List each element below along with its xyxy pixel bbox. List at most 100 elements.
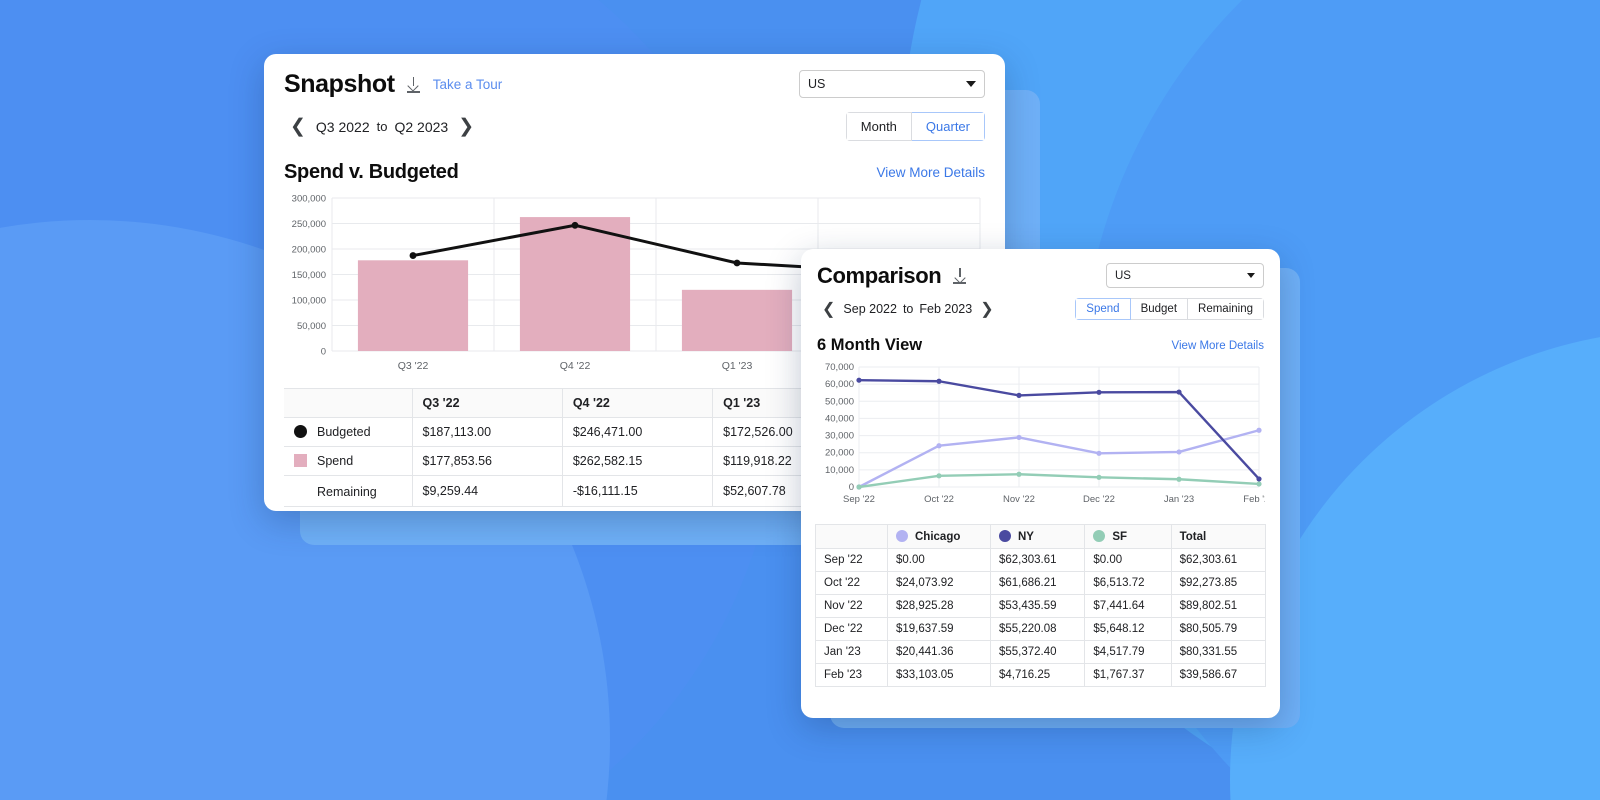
- region-select-value: US: [808, 77, 826, 91]
- table-cell: $0.00: [1084, 548, 1172, 572]
- tab-quarter[interactable]: Quarter: [911, 112, 985, 141]
- table-cell: $80,505.79: [1170, 617, 1267, 641]
- app-background: Snapshot Take a Tour US ❮ Q3 2022 to Q2 …: [0, 0, 1600, 800]
- x-axis-tick-label: Sep '22: [843, 494, 875, 505]
- table-cell: $19,637.59: [887, 617, 991, 641]
- column-header: NY: [989, 524, 1086, 549]
- view-more-details-link[interactable]: View More Details: [1172, 340, 1264, 352]
- table-row: Sep '22 $0.00 $62,303.61 $0.00 $62,303.61: [815, 548, 1267, 572]
- row-label: Nov '22: [815, 594, 888, 618]
- table-row: Nov '22 $28,925.28 $53,435.59 $7,441.64 $89,…: [815, 594, 1267, 618]
- y-axis-tick-label: 40,000: [825, 413, 854, 424]
- data-point: [856, 484, 862, 490]
- table-cell: $61,686.21: [989, 571, 1086, 595]
- tab-budget[interactable]: Budget: [1130, 298, 1189, 320]
- range-separator: to: [902, 302, 914, 316]
- column-header: [284, 388, 413, 418]
- download-icon[interactable]: [406, 76, 421, 93]
- data-point: [1016, 392, 1022, 398]
- y-axis-tick-label: 20,000: [825, 448, 854, 459]
- tab-spend[interactable]: Spend: [1075, 298, 1131, 320]
- ny-legend-dot: [998, 530, 1011, 542]
- download-icon[interactable]: [953, 268, 967, 284]
- y-axis-tick-label: 0: [321, 347, 326, 358]
- table-cell: $55,220.08: [989, 617, 1086, 641]
- data-point: [936, 443, 942, 449]
- range-from[interactable]: Q3 2022: [312, 119, 374, 135]
- range-to[interactable]: Q2 2023: [390, 119, 452, 135]
- data-point: [1256, 476, 1262, 482]
- x-axis-tick-label: Q3 '22: [398, 360, 429, 372]
- table-cell: $246,471.00: [561, 417, 714, 447]
- table-cell: $53,435.59: [989, 594, 1086, 618]
- column-header: Total: [1170, 524, 1267, 549]
- table-cell: $6,513.72: [1084, 571, 1172, 595]
- y-axis-tick-label: 100,000: [292, 296, 326, 307]
- comparison-title: Comparison: [817, 263, 942, 288]
- table-row: Jan '23 $20,441.36 $55,372.40 $4,517.79 $80,…: [815, 640, 1267, 664]
- metric-toggle: Spend Budget Remaining: [1075, 298, 1264, 320]
- row-label: Sep '22: [815, 548, 888, 572]
- data-point: [1096, 474, 1102, 480]
- tab-remaining[interactable]: Remaining: [1188, 298, 1264, 320]
- data-point: [1256, 427, 1262, 433]
- range-next-button[interactable]: ❯: [452, 117, 480, 136]
- row-label: Feb '23: [815, 663, 888, 687]
- ny-line: [858, 378, 1260, 480]
- period-toggle: Month Quarter: [845, 112, 985, 141]
- table-header-row: Chicago NY SF Total: [815, 524, 1267, 549]
- data-point: [571, 221, 579, 229]
- bar: [681, 289, 793, 351]
- table-cell: $4,517.79: [1084, 640, 1172, 664]
- take-a-tour-link[interactable]: Take a Tour: [433, 77, 503, 92]
- table-cell: $187,113.00: [411, 417, 563, 447]
- range-next-button[interactable]: ❯: [975, 299, 998, 319]
- row-label: Dec '22: [815, 617, 888, 641]
- view-more-details-link[interactable]: View More Details: [876, 165, 985, 180]
- table-cell: $24,073.92: [887, 571, 991, 595]
- sf-legend-dot: [1093, 530, 1106, 542]
- table-cell: -$16,111.15: [561, 475, 714, 507]
- region-select[interactable]: US: [799, 70, 985, 98]
- x-axis-tick-label: Q4 '22: [560, 360, 591, 372]
- data-point: [1096, 389, 1102, 395]
- data-point: [733, 259, 741, 267]
- page-title: Snapshot: [284, 70, 395, 98]
- range-from[interactable]: Sep 2022: [840, 302, 900, 316]
- data-point: [1256, 481, 1262, 487]
- column-header: Chicago: [887, 524, 991, 549]
- table-cell: $177,853.56: [411, 446, 563, 476]
- column-header: SF: [1084, 524, 1172, 549]
- range-to[interactable]: Feb 2023: [916, 302, 975, 316]
- tab-month[interactable]: Month: [845, 112, 912, 141]
- table-cell: $9,259.44: [411, 475, 563, 507]
- spend-legend-swatch: [294, 454, 307, 467]
- budgeted-legend-dot: [294, 425, 307, 438]
- row-label: Remaining: [284, 475, 413, 507]
- six-month-view-chart: 0 10,000 20,000 30,000 40,000 50,000 60,000 70,…: [825, 362, 1275, 505]
- table-cell: $0.00: [887, 548, 991, 572]
- table-cell: $62,303.61: [989, 548, 1086, 572]
- range-separator: to: [376, 119, 388, 134]
- y-axis-tick-label: 60,000: [825, 379, 854, 390]
- data-point: [1176, 449, 1182, 455]
- x-axis-tick-label: Q1 '23: [722, 360, 753, 372]
- range-prev-button[interactable]: ❮: [284, 117, 312, 136]
- range-prev-button[interactable]: ❮: [817, 299, 840, 319]
- x-axis-tick-label: Jan '23: [1164, 494, 1194, 505]
- comparison-table: Chicago NY SF Total Sep '22 $0.00 $62,303.61 $…: [815, 524, 1267, 687]
- data-point: [1096, 450, 1102, 456]
- region-select-value: US: [1115, 269, 1131, 282]
- data-point: [936, 473, 942, 479]
- y-axis-tick-label: 150,000: [292, 270, 326, 281]
- y-axis-tick-label: 30,000: [825, 431, 854, 442]
- data-point: [1176, 476, 1182, 482]
- data-point: [856, 377, 862, 383]
- table-cell: $4,716.25: [989, 663, 1086, 687]
- bar: [357, 260, 469, 351]
- column-header: Q3 '22: [411, 388, 563, 418]
- region-select[interactable]: US: [1106, 263, 1264, 288]
- y-axis-tick-label: 300,000: [292, 194, 326, 205]
- table-cell: $39,586.67: [1170, 663, 1267, 687]
- table-cell: $89,802.51: [1170, 594, 1267, 618]
